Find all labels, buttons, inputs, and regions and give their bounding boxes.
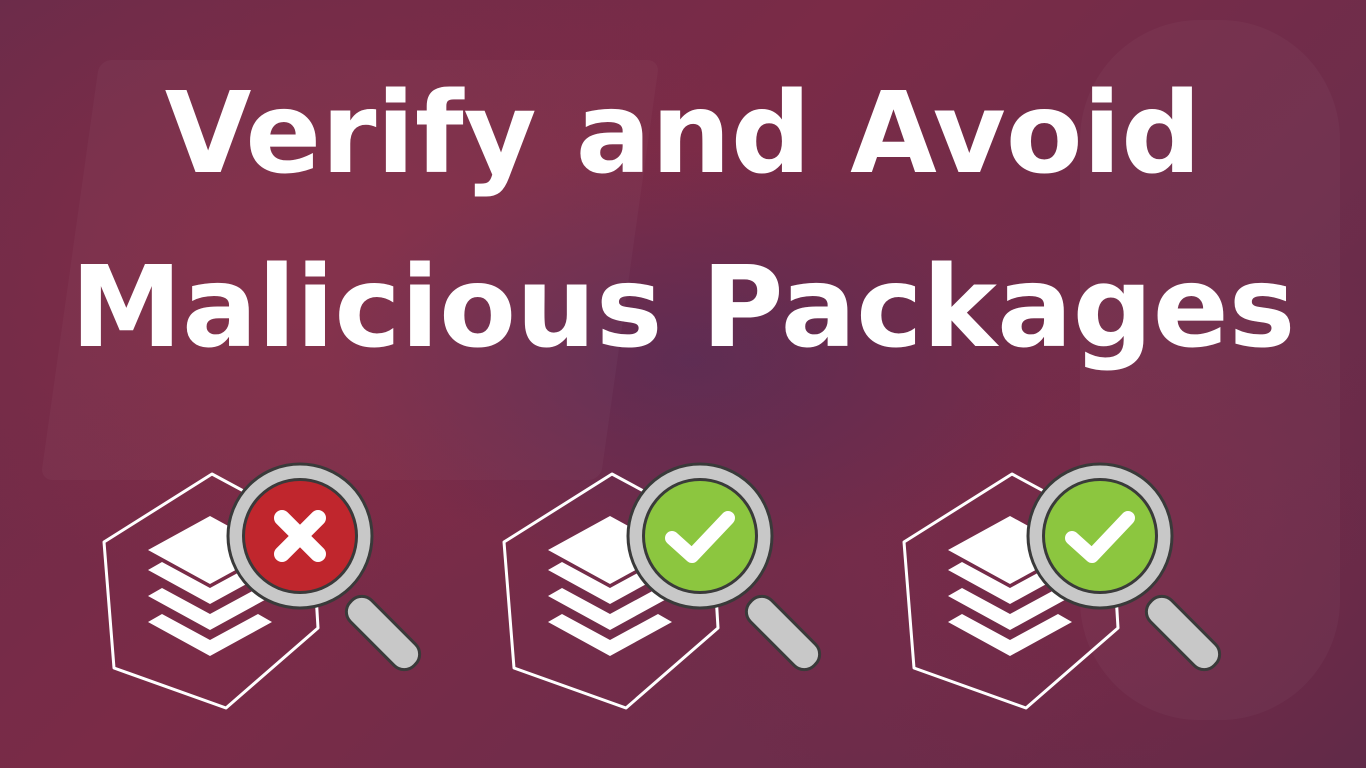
package-stack-icon <box>902 462 1222 710</box>
magnifier-icon <box>226 462 422 672</box>
package-verify-fail-icon <box>100 458 442 724</box>
magnifier-icon <box>626 462 822 672</box>
headline-line-2: Malicious Packages <box>70 243 1296 373</box>
package-verify-pass-icon <box>500 458 842 724</box>
package-stack-icon <box>502 462 822 710</box>
magnifier-icon <box>1026 462 1222 672</box>
package-stack-icon <box>102 462 422 710</box>
headline-line-1: Verify and Avoid <box>164 69 1202 199</box>
package-verify-pass-icon <box>900 458 1242 724</box>
